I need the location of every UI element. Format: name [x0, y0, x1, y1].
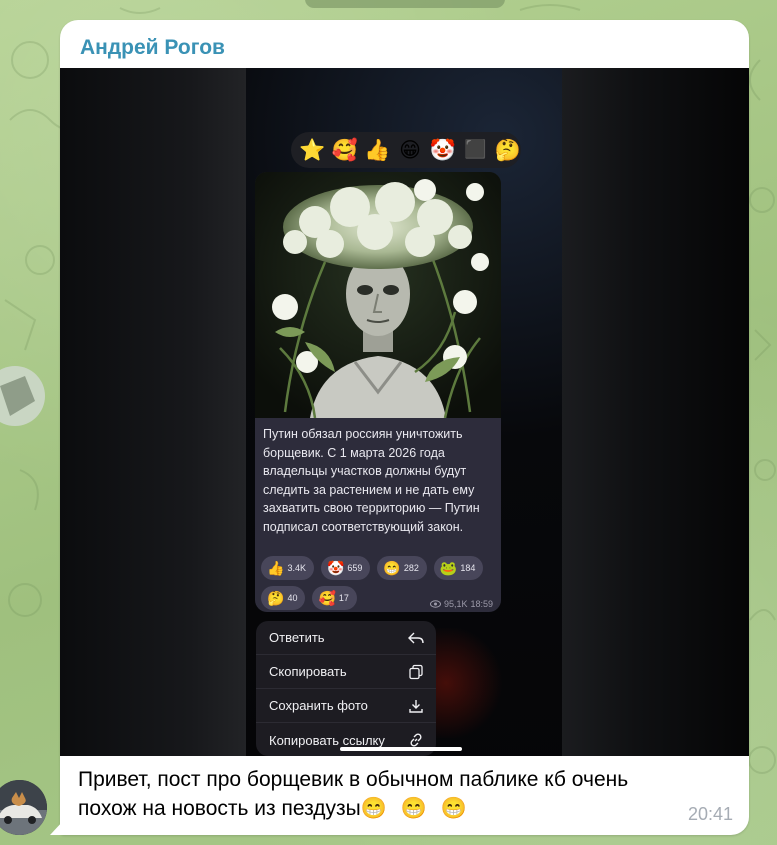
download-icon	[409, 699, 423, 713]
reaction-count: 659	[347, 563, 363, 573]
reaction-count: 17	[338, 593, 349, 603]
clown-icon: 🤡	[326, 559, 345, 576]
menu-item-label: Ответить	[269, 630, 325, 645]
reaction-chip: 🤡 659	[320, 556, 371, 580]
menu-item-label: Сохранить фото	[269, 698, 368, 713]
message-text: Привет, пост про борщевик в обычном пабл…	[78, 765, 688, 823]
message-line-2-text: похож на новость из пездузы	[78, 797, 361, 820]
reaction-count: 282	[403, 563, 419, 573]
reaction-count: 3.4K	[287, 563, 306, 573]
sender-avatar[interactable]	[0, 780, 47, 835]
reaction-chip: 👍 3.4K	[261, 556, 314, 580]
embedded-phone-screenshot: ⭐ 🥰 👍 😁 🤡 ⬛ 🤔 Путин обязал россиян уничт…	[246, 68, 562, 756]
eye-icon	[429, 600, 441, 608]
menu-item-label: Копировать ссылку	[269, 732, 385, 748]
context-menu: Ответить Скопировать Сохранить фото Копи…	[256, 621, 436, 756]
pinned-chip	[305, 0, 505, 8]
reaction-chip: 🐸 184	[433, 556, 484, 580]
hogweed-man-illustration	[255, 172, 501, 419]
frog-icon: 🐸	[439, 559, 458, 576]
menu-item-save-photo: Сохранить фото	[256, 689, 436, 723]
menu-item-copy-link: Копировать ссылку	[256, 723, 436, 756]
message-bubble[interactable]: Андрей Рогов ⭐ 🥰 👍 😁 🤡 ⬛ 🤔 Путин обязал …	[60, 20, 749, 835]
reaction-picker-bar: ⭐ 🥰 👍 😁 🤡 ⬛ 🤔	[291, 132, 521, 168]
home-indicator	[340, 747, 462, 751]
love-icon: 🥰	[318, 589, 336, 606]
channel-post: Путин обязал россиян уничтожить борщевик…	[255, 172, 501, 612]
reaction-count: 184	[460, 563, 476, 573]
post-time: 18:59	[470, 599, 493, 609]
message-photo[interactable]: ⭐ 🥰 👍 😁 🤡 ⬛ 🤔 Путин обязал россиян уничт…	[60, 68, 749, 756]
sender-name[interactable]: Андрей Рогов	[80, 36, 225, 60]
photo-blur-left	[60, 68, 246, 756]
avatar-image	[0, 780, 47, 835]
reaction-thumbsup-icon: 👍	[364, 138, 391, 162]
message-line-2: похож на новость из пездузы😁 😁 😁	[78, 794, 688, 823]
menu-item-copy: Скопировать	[256, 655, 436, 689]
menu-item-label: Скопировать	[269, 664, 347, 679]
reaction-sticker-icon: ⬛	[463, 139, 487, 160]
thumbsup-icon: 👍	[267, 559, 285, 576]
link-icon	[410, 733, 422, 747]
post-meta: 95,1K 18:59	[429, 599, 493, 609]
reaction-star-icon: ⭐	[299, 138, 326, 162]
menu-item-reply: Ответить	[256, 621, 436, 655]
reply-icon	[408, 632, 424, 643]
reaction-love-icon: 🥰	[331, 138, 358, 162]
reaction-clown-icon: 🤡	[429, 138, 456, 162]
reaction-grin-icon: 😁	[399, 138, 421, 162]
post-illustration	[255, 172, 501, 419]
reaction-chip: 🥰 17	[312, 586, 357, 610]
post-text: Путин обязал россиян уничтожить борщевик…	[263, 427, 480, 534]
reaction-count: 40	[287, 593, 298, 603]
message-timestamp: 20:41	[687, 804, 733, 824]
copy-icon	[409, 664, 423, 679]
thinking-icon: 🤔	[267, 589, 285, 606]
reaction-chip: 🤔 40	[261, 586, 306, 610]
view-count: 95,1K	[443, 599, 468, 609]
reaction-thinking-icon: 🤔	[494, 138, 521, 162]
grin-emoji-icons: 😁 😁 😁	[360, 797, 471, 820]
message-line-1: Привет, пост про борщевик в обычном пабл…	[78, 768, 629, 791]
reaction-chip: 😁 282	[377, 556, 427, 580]
grin-icon: 😁	[383, 559, 401, 576]
photo-blur-right	[561, 68, 749, 756]
side-avatar-partial	[0, 356, 46, 436]
